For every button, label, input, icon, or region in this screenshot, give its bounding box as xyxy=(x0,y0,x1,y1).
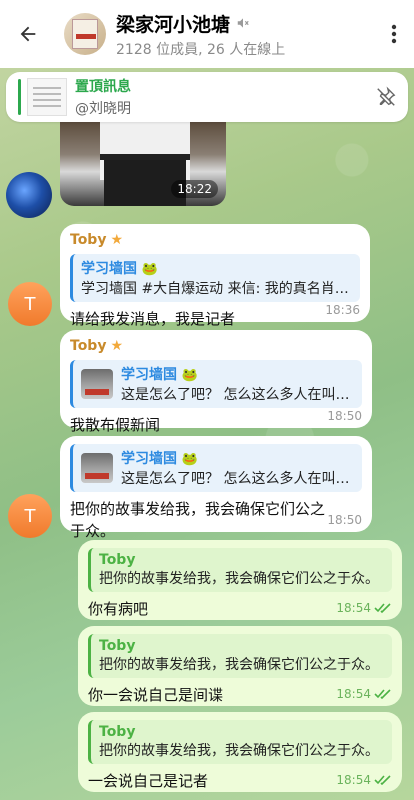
pinned-title: 置頂訊息 xyxy=(75,79,131,95)
outgoing-message-bubble[interactable]: Toby 把你的故事发给我，我会确保它们公之于众。 一会说自己是记者 18:54 xyxy=(78,712,402,792)
reply-title: 学习墙国 xyxy=(121,451,177,467)
message-time: 18:36 xyxy=(325,303,360,317)
reply-quote[interactable]: 学习墙国 🐸 这是怎么了吧？ 怎么这么多人在叫好… xyxy=(70,360,362,408)
photo-time: 18:22 xyxy=(171,180,218,198)
reply-thumbnail xyxy=(81,369,113,399)
pinned-thumbnail xyxy=(27,78,67,116)
sender-name: Toby xyxy=(70,338,107,354)
member-count: 2128 位成員, 26 人在線上 xyxy=(116,41,286,58)
group-title: 梁家河小池塘 xyxy=(116,13,231,36)
reply-quote[interactable]: 学习墙国 🐸 学习墙国 #大自爆运动 来信: 我的真名肖… xyxy=(70,254,360,302)
reply-text: 把你的故事发给我，我会确保它们公之于众。 xyxy=(99,743,379,759)
message-text: 把你的故事发给我，我会确保它们公之于众。 xyxy=(70,500,326,540)
reply-text: 把你的故事发给我，我会确保它们公之于众。 xyxy=(99,571,379,587)
message-text: 我散布假新闻 xyxy=(70,416,161,434)
message-time: 18:54 xyxy=(336,601,371,615)
message-text: 请给我发消息，我是记者 xyxy=(70,310,236,328)
sender-avatar[interactable] xyxy=(6,172,52,218)
reply-quote[interactable]: Toby 把你的故事发给我，我会确保它们公之于众。 xyxy=(88,634,392,678)
more-vertical-icon xyxy=(391,24,397,44)
reply-quote[interactable]: Toby 把你的故事发给我，我会确保它们公之于众。 xyxy=(88,548,392,592)
star-icon: ★ xyxy=(110,232,124,248)
pin-off-icon xyxy=(377,86,396,106)
photo-message[interactable]: 18:22 xyxy=(60,120,226,206)
message-bubble[interactable]: Toby ★ 学习墙国 🐸 学习墙国 #大自爆运动 来信: 我的真名肖… 请给我发… xyxy=(60,224,370,328)
outgoing-message-bubble[interactable]: Toby 把你的故事发给我，我会确保它们公之于众。 你有病吧 18:54 xyxy=(78,540,402,620)
reply-text: 学习墙国 #大自爆运动 来信: 我的真名肖… xyxy=(81,281,349,297)
read-checkmarks-icon xyxy=(374,603,391,613)
read-checkmarks-icon xyxy=(374,775,391,785)
reply-title: Toby xyxy=(99,724,136,740)
message-bubble[interactable]: 学习墙国 🐸 这是怎么了吧？ 怎么这么多人在叫好… 把你的故事发给我，我会确保它… xyxy=(60,436,372,540)
reply-title: Toby xyxy=(99,552,136,568)
muted-speaker-icon xyxy=(237,18,249,28)
outgoing-message-bubble[interactable]: Toby 把你的故事发给我，我会确保它们公之于众。 你一会说自己是间谍 18:5… xyxy=(78,626,402,706)
reply-text: 这是怎么了吧？ 怎么这么多人在叫好… xyxy=(121,387,354,403)
sender-name: Toby xyxy=(70,232,107,248)
reply-thumbnail xyxy=(81,453,113,483)
unpin-button[interactable] xyxy=(364,75,408,119)
reply-title: Toby xyxy=(99,638,136,654)
sender-avatar-t[interactable]: T xyxy=(8,282,52,326)
group-avatar[interactable] xyxy=(64,13,106,55)
message-bubble[interactable]: Toby ★ 学习墙国 🐸 这是怎么了吧？ 怎么这么多人在叫好… 我散布假新闻 1… xyxy=(60,330,372,434)
reply-title: 学习墙国 xyxy=(81,261,137,277)
read-checkmarks-icon xyxy=(374,689,391,699)
back-arrow-icon xyxy=(20,26,36,42)
chat-header: 梁家河小池塘 2128 位成員, 26 人在線上 xyxy=(0,0,414,68)
back-button[interactable] xyxy=(0,0,56,68)
message-time: 18:54 xyxy=(336,687,371,701)
frog-emoji-icon: 🐸 xyxy=(181,368,199,383)
message-time: 18:50 xyxy=(327,409,362,423)
more-menu-button[interactable] xyxy=(374,0,414,68)
reply-quote[interactable]: Toby 把你的故事发给我，我会确保它们公之于众。 xyxy=(88,720,392,764)
message-time: 18:50 xyxy=(327,513,362,527)
reply-text: 这是怎么了吧？ 怎么这么多人在叫好… xyxy=(121,471,354,487)
reply-text: 把你的故事发给我，我会确保它们公之于众。 xyxy=(99,657,379,673)
sender-avatar-t[interactable]: T xyxy=(8,494,52,538)
pinned-indicator xyxy=(18,79,21,115)
reply-quote[interactable]: 学习墙国 🐸 这是怎么了吧？ 怎么这么多人在叫好… xyxy=(70,444,362,492)
pinned-sender: @刘晓明 xyxy=(75,101,131,117)
reply-title: 学习墙国 xyxy=(121,367,177,383)
chat-title-block[interactable]: 梁家河小池塘 2128 位成員, 26 人在線上 xyxy=(116,10,374,59)
frog-emoji-icon: 🐸 xyxy=(181,452,199,467)
frog-emoji-icon: 🐸 xyxy=(141,262,159,277)
message-time: 18:54 xyxy=(336,773,371,787)
star-icon: ★ xyxy=(110,338,124,354)
pinned-message-bar[interactable]: 置頂訊息 @刘晓明 xyxy=(6,72,408,122)
